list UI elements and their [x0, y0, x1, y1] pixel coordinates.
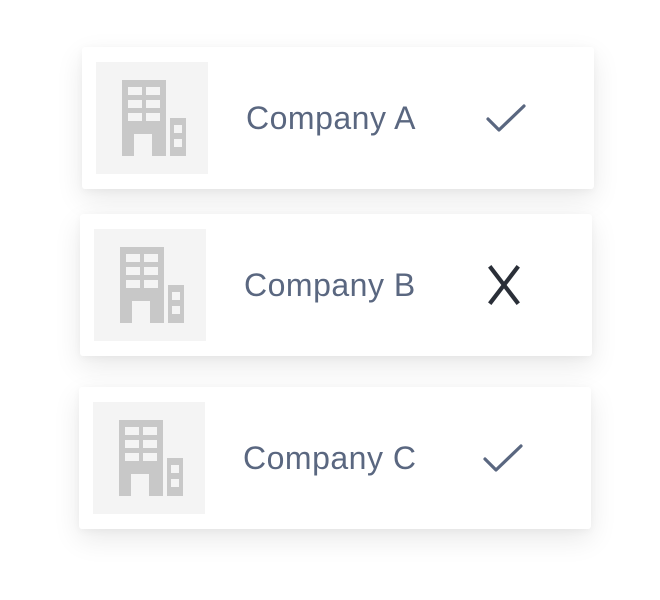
company-name: Company B: [244, 266, 416, 303]
company-logo: [93, 402, 205, 514]
company-logo: [96, 62, 208, 174]
company-card-a[interactable]: Company A: [82, 47, 594, 189]
company-card-b[interactable]: Company B: [80, 214, 592, 356]
building-icon: [122, 80, 186, 156]
building-icon: [119, 420, 183, 496]
company-name: Company A: [246, 99, 416, 136]
building-icon: [120, 247, 184, 323]
x-icon: [474, 255, 534, 315]
company-name: Company C: [243, 439, 417, 476]
company-list: Company A Company B Company C: [0, 0, 660, 600]
check-icon: [476, 88, 536, 148]
company-card-c[interactable]: Company C: [79, 387, 591, 529]
check-icon: [473, 428, 533, 488]
company-logo: [94, 229, 206, 341]
